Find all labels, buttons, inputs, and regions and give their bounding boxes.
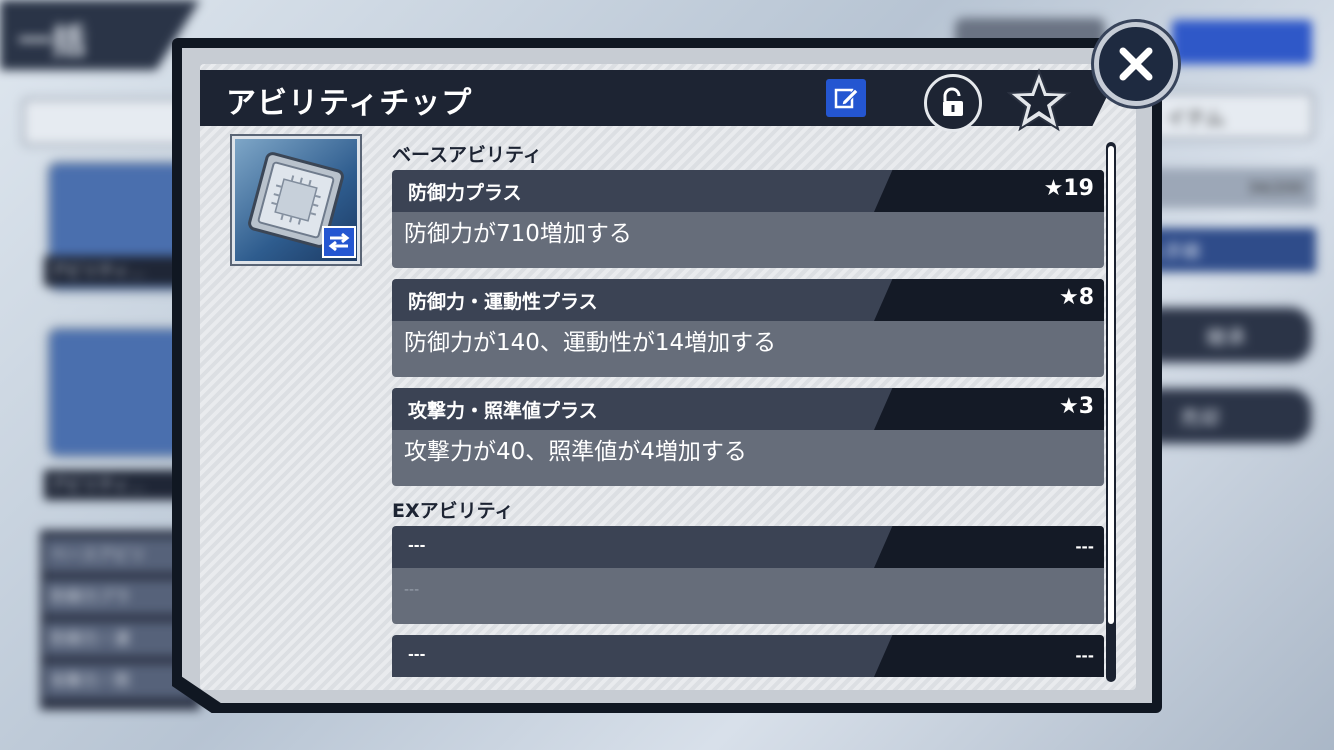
close-button[interactable] xyxy=(1094,22,1178,106)
ability-rank: --- xyxy=(1075,647,1094,665)
swap-button[interactable] xyxy=(322,226,356,258)
base-ability-card: 攻撃力・照準値プラス ★3 攻撃力が40、照準値が4増加する xyxy=(392,388,1104,486)
base-ability-card: 防御力・運動性プラス ★8 防御力が140、運動性が14増加する xyxy=(392,279,1104,377)
bg-count-bar: 34/200 xyxy=(1136,168,1316,208)
bg-item-tab: イテム xyxy=(1150,92,1314,140)
ability-rank: ★3 xyxy=(1058,394,1094,419)
lock-button[interactable] xyxy=(924,74,982,132)
ability-rank: --- xyxy=(1075,538,1094,556)
bg-chip-card xyxy=(46,326,189,459)
edit-button[interactable] xyxy=(826,79,866,117)
ability-name: 攻撃力・照準値プラス xyxy=(408,400,598,422)
star-icon xyxy=(1007,68,1071,132)
ability-name: 防御力・運動性プラス xyxy=(408,291,598,313)
ability-name: --- xyxy=(408,647,426,663)
base-ability-card: 防御力プラス ★19 防御力が710増加する xyxy=(392,170,1104,268)
bg-chip-label: アビリティ… xyxy=(44,256,190,286)
ability-name: --- xyxy=(408,538,426,554)
ability-description: --- xyxy=(392,568,1104,624)
ability-rank: ★19 xyxy=(1043,176,1094,201)
ability-name: 防御力プラス xyxy=(408,182,522,204)
bg-sort-bar: 入手順 xyxy=(1136,228,1316,272)
favorite-button[interactable] xyxy=(1006,66,1072,136)
swap-icon xyxy=(328,232,350,252)
ability-description: 防御力が710増加する xyxy=(392,212,1104,268)
bg-inherit-button: 継承 xyxy=(1136,305,1314,365)
ex-ability-section-label: EXアビリティ xyxy=(392,500,514,522)
ex-ability-card: --- --- xyxy=(392,635,1104,677)
bg-sell-button: 売却 xyxy=(1136,386,1314,446)
unlock-icon xyxy=(943,87,963,116)
scrollbar-thumb[interactable] xyxy=(1108,146,1114,624)
close-icon xyxy=(1119,47,1153,81)
base-ability-section-label: ベースアビリティ xyxy=(392,144,542,166)
edit-icon xyxy=(834,88,859,109)
dialog-title: アビリティチップ xyxy=(226,86,473,121)
back-button: 一括 xyxy=(0,0,200,70)
ability-rank: ★8 xyxy=(1058,285,1094,310)
ability-description: 攻撃力が40、照準値が4増加する xyxy=(392,430,1104,486)
ex-ability-card: --- --- --- xyxy=(392,526,1104,624)
bg-menu-button xyxy=(1172,20,1312,64)
bg-tab xyxy=(22,98,196,146)
ability-description: 防御力が140、運動性が14増加する xyxy=(392,321,1104,377)
bg-chip-label: アビリティ… xyxy=(44,470,190,500)
